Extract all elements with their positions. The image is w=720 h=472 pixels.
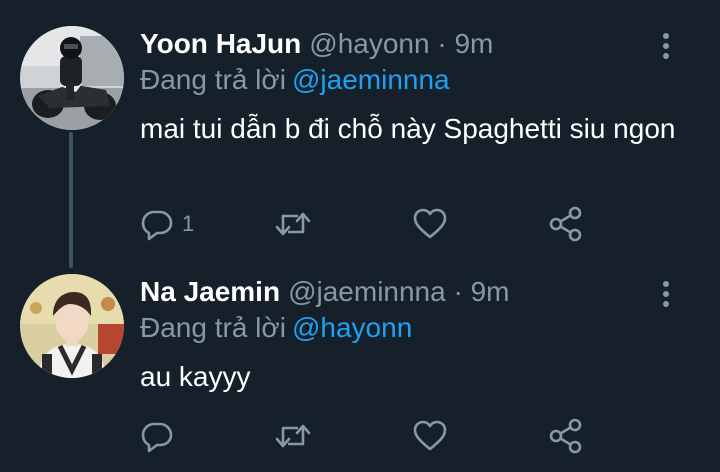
user-handle[interactable]: @jaeminnna (288, 276, 446, 307)
reply-thread: Yoon HaJun @hayonn · 9m Đang trả lời @jaem… (0, 0, 720, 472)
share-button[interactable] (548, 204, 584, 244)
separator-dot: · (453, 276, 463, 307)
share-icon (549, 206, 582, 242)
user-handle[interactable]: @hayonn (309, 28, 429, 59)
display-name[interactable]: Yoon HaJun (140, 28, 301, 59)
reply-button[interactable]: 1 (140, 204, 194, 244)
tweet-actions: 1 (140, 204, 600, 244)
retweet-icon (275, 212, 311, 236)
like-icon (413, 420, 447, 451)
tweet-text: au kayyy (140, 361, 251, 392)
more-icon (663, 281, 669, 307)
retweet-icon (275, 424, 311, 448)
replying-to-handle[interactable]: @hayonn (292, 312, 412, 343)
timestamp[interactable]: 9m (454, 28, 493, 59)
replying-to: Đang trả lời @hayonn (140, 310, 412, 346)
reply-count: 1 (182, 211, 195, 236)
thread-connector-line (69, 132, 73, 268)
separator-dot: · (437, 28, 447, 59)
tweet[interactable]: Yoon HaJun @hayonn · 9m Đang trả lời @jaem… (0, 0, 720, 268)
tweet[interactable]: Na Jaemin @jaeminnna · 9m Đang trả lời @ha… (0, 266, 720, 466)
replying-to: Đang trả lời @jaeminnna (140, 62, 450, 98)
avatar[interactable] (20, 274, 124, 378)
share-button[interactable] (548, 416, 584, 456)
like-button[interactable] (412, 416, 448, 456)
like-button[interactable] (412, 204, 448, 244)
display-name[interactable]: Na Jaemin (140, 276, 280, 307)
replying-to-handle[interactable]: @jaeminnna (292, 64, 450, 95)
retweet-button[interactable] (274, 416, 312, 456)
replying-to-label: Đang trả lời (140, 312, 286, 343)
tweet-actions (140, 416, 600, 456)
share-icon (549, 418, 582, 454)
more-options-button[interactable] (652, 28, 680, 64)
more-options-button[interactable] (652, 276, 680, 312)
reply-icon (141, 210, 173, 241)
replying-to-label: Đang trả lời (140, 64, 286, 95)
reply-icon (141, 422, 173, 453)
avatar[interactable] (20, 26, 124, 130)
avatar-photo-portrait (20, 274, 124, 378)
timestamp[interactable]: 9m (471, 276, 510, 307)
reply-button[interactable] (140, 416, 182, 456)
tweet-text: mai tui dẫn b đi chỗ này Spaghetti siu n… (140, 113, 676, 144)
tweet-header: Yoon HaJun @hayonn · 9m (140, 26, 493, 62)
avatar-photo-motorcycle (20, 26, 124, 130)
more-icon (663, 33, 669, 59)
like-icon (413, 208, 447, 239)
tweet-header: Na Jaemin @jaeminnna · 9m (140, 274, 510, 310)
retweet-button[interactable] (274, 204, 312, 244)
